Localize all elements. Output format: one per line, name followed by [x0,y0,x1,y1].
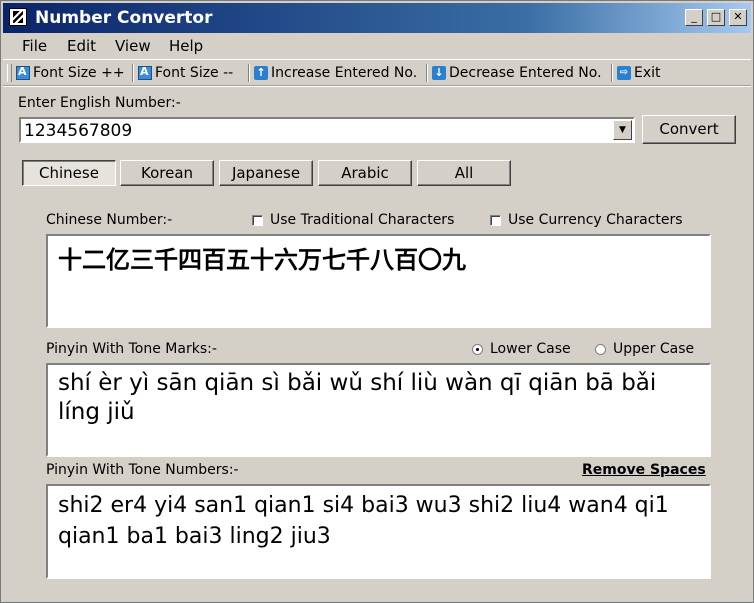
menu-view[interactable]: View [115,37,151,55]
app-icon [9,8,27,26]
pinyin-tone-numbers-label: Pinyin With Tone Numbers:- [46,462,239,478]
chinese-number-output[interactable]: 十二亿三千四百五十六万七千八百〇九 [46,234,711,328]
pinyin-tone-marks-label: Pinyin With Tone Marks:- [46,341,217,357]
currency-characters-checkbox[interactable]: Use Currency Characters [490,212,683,228]
toolbar-separator [132,64,134,82]
close-button[interactable]: ✕ [729,9,747,26]
tab-japanese[interactable]: Japanese [219,160,313,186]
toolbar-separator [611,64,613,82]
decrease-number-label: Decrease Entered No. [449,65,602,81]
number-input-label: Enter English Number:- [18,95,181,111]
number-input-value[interactable]: 1234567809 [24,121,132,141]
font-size-increase-button[interactable]: Font Size ++ [16,64,125,82]
remove-spaces-link[interactable]: Remove Spaces [582,462,706,478]
toolbar-separator [248,64,250,82]
pinyin-tone-marks-output[interactable]: shí èr yì sān qiān sì bǎi wǔ shí liù wàn… [46,363,711,457]
checkbox-box[interactable] [252,214,263,226]
toolbar-grip[interactable] [7,64,12,82]
app-window: Number Convertor _ □ ✕ File Edit View He… [0,0,754,603]
tab-arabic[interactable]: Arabic [318,160,412,186]
font-size-decrease-button[interactable]: Font Size -- [138,64,233,82]
menu-file[interactable]: File [22,37,47,55]
font-decrease-icon [138,65,152,80]
minimize-button[interactable]: _ [685,9,703,26]
exit-icon: ⇨ [617,66,631,80]
dropdown-button[interactable]: ▼ [613,120,632,140]
title-bar[interactable]: Number Convertor _ □ ✕ [3,3,751,33]
number-input[interactable]: 1234567809 ▼ [19,117,635,143]
radio-unselected[interactable] [595,343,606,355]
font-size-decrease-label: Font Size -- [155,65,234,81]
exit-button[interactable]: ⇨ Exit [617,64,661,82]
menu-help[interactable]: Help [169,37,203,55]
upper-case-label: Upper Case [613,341,695,357]
increase-number-label: Increase Entered No. [271,65,418,81]
lower-case-radio[interactable]: Lower Case [472,341,571,357]
tab-chinese[interactable]: Chinese [22,160,116,186]
radio-selected[interactable] [472,343,483,355]
arrow-down-icon: ↓ [432,66,446,80]
exit-label: Exit [634,65,661,81]
chinese-number-label: Chinese Number:- [46,212,173,228]
maximize-button[interactable]: □ [707,9,725,26]
decrease-number-button[interactable]: ↓ Decrease Entered No. [432,64,602,82]
tab-all[interactable]: All [417,160,511,186]
toolbar-separator [426,64,428,82]
traditional-characters-label: Use Traditional Characters [270,212,455,228]
convert-button[interactable]: Convert [642,115,736,144]
font-increase-icon [16,65,30,80]
menu-bar: File Edit View Help [3,34,751,58]
window-title: Number Convertor [35,8,213,28]
upper-case-radio[interactable]: Upper Case [595,341,694,357]
pinyin-tone-numbers-output[interactable]: shi2 er4 yi4 san1 qian1 si4 bai3 wu3 shi… [46,484,711,579]
toolbar: Font Size ++ Font Size -- ↑ Increase Ent… [3,59,751,87]
tab-korean[interactable]: Korean [120,160,214,186]
traditional-characters-checkbox[interactable]: Use Traditional Characters [252,212,454,228]
menu-edit[interactable]: Edit [67,37,96,55]
checkbox-box[interactable] [490,214,501,226]
lower-case-label: Lower Case [490,341,571,357]
arrow-up-icon: ↑ [254,66,268,80]
currency-characters-label: Use Currency Characters [508,212,683,228]
increase-number-button[interactable]: ↑ Increase Entered No. [254,64,417,82]
font-size-increase-label: Font Size ++ [33,65,125,81]
chevron-down-icon: ▼ [619,125,626,135]
